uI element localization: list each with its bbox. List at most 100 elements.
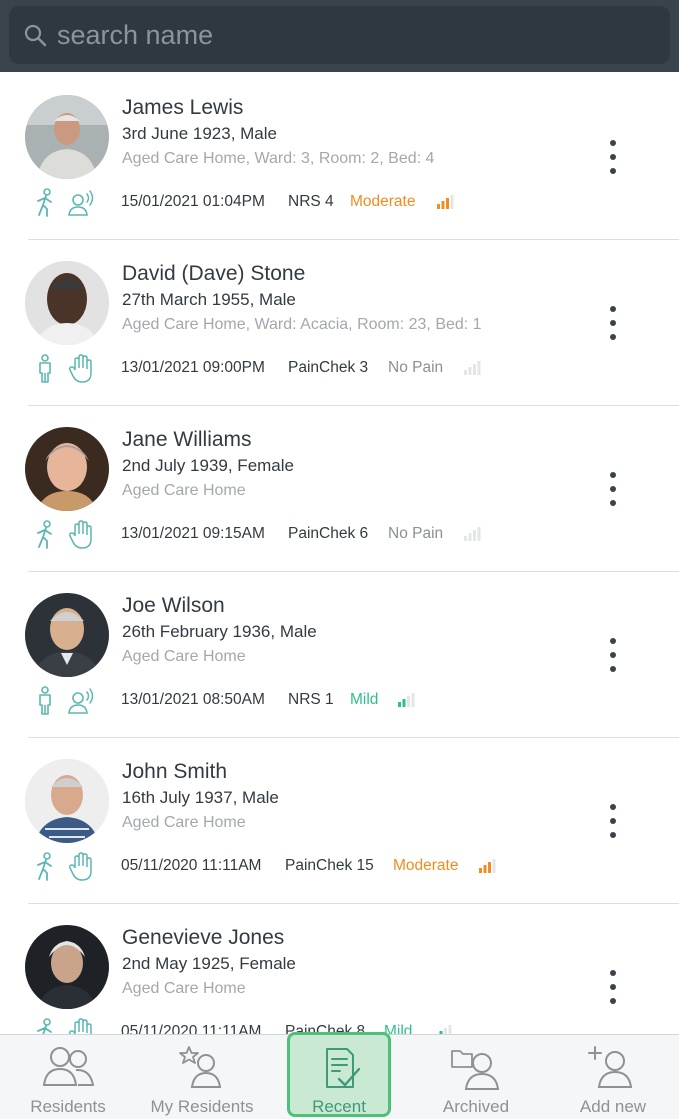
more-options-icon[interactable]: [602, 804, 624, 838]
pain-level: Mild: [384, 1023, 413, 1034]
assessment-score: PainChek 3: [288, 359, 369, 376]
pain-level: No Pain: [388, 525, 444, 542]
pain-level-bar: [464, 370, 467, 375]
resident-row[interactable]: David (Dave) Stone 27th March 1955, Male…: [0, 240, 679, 406]
assessment-score: NRS 4: [288, 193, 334, 210]
speaking-person-icon: [68, 190, 94, 216]
assessment-date: 15/01/2021 01:04PM: [121, 193, 265, 210]
resident-dob: 3rd June 1923, Male: [122, 124, 277, 143]
more-options-icon[interactable]: [602, 472, 624, 506]
pain-level-bar: [450, 195, 454, 209]
pain-level: Moderate: [350, 193, 416, 210]
pain-level-bars-icon: [439, 1025, 452, 1034]
resident-dob: 27th March 1955, Male: [122, 290, 296, 309]
walking-person-icon: [37, 188, 52, 217]
search-header: [0, 0, 679, 72]
assessment-date: 05/11/2020 11:11AM: [121, 1023, 262, 1034]
tab-add-new[interactable]: Add new: [545, 1035, 679, 1119]
tab-residents[interactable]: Residents: [0, 1035, 136, 1119]
search-bar[interactable]: [9, 6, 670, 64]
pain-level-bars-icon: [437, 195, 454, 209]
resident-row[interactable]: Genevieve Jones 2nd May 1925, Female Age…: [0, 904, 679, 1034]
pain-level-bar: [477, 361, 481, 375]
pain-level-bars-icon: [479, 859, 496, 873]
avatar: [25, 759, 109, 843]
pain-level-bar: [398, 702, 401, 707]
resident-dob: 16th July 1937, Male: [122, 788, 279, 807]
tab-recent[interactable]: Recent: [271, 1035, 407, 1119]
pain-level: Moderate: [393, 857, 459, 874]
bottom-tab-bar: Residents My Residents Recent Archived A…: [0, 1032, 679, 1119]
pain-level-bar: [464, 536, 467, 541]
speaking-person-icon: [68, 688, 94, 714]
resident-location: Aged Care Home: [122, 814, 246, 831]
resident-name: James Lewis: [122, 96, 244, 119]
resident-list: James Lewis 3rd June 1923, Male Aged Car…: [0, 74, 679, 1034]
my-residents-icon: [179, 1046, 222, 1088]
pain-level-bar: [448, 1025, 452, 1034]
pain-level-bars-icon: [464, 361, 481, 375]
search-input[interactable]: [57, 19, 637, 51]
residents-icon: [42, 1047, 95, 1086]
assessment-score: PainChek 6: [288, 525, 369, 542]
pain-level-bar: [473, 364, 476, 375]
more-options-icon[interactable]: [602, 140, 624, 174]
resident-name: Jane Williams: [122, 428, 252, 451]
tab-my-residents[interactable]: My Residents: [134, 1035, 270, 1119]
pain-level-bar: [492, 859, 496, 873]
more-options-icon[interactable]: [602, 306, 624, 340]
hand-icon: [69, 1018, 92, 1034]
resident-dob: 2nd May 1925, Female: [122, 954, 296, 973]
pain-level-bar: [407, 696, 410, 707]
assessment-date: 05/11/2020 11:11AM: [121, 857, 262, 874]
standing-person-icon: [39, 354, 51, 383]
pain-level-bars-icon: [398, 693, 415, 707]
avatar: [25, 593, 109, 677]
tab-archived[interactable]: Archived: [408, 1035, 544, 1119]
resident-name: John Smith: [122, 760, 228, 783]
resident-location: Aged Care Home: [122, 482, 246, 499]
recent-icon: [326, 1048, 361, 1088]
pain-level-bar: [468, 533, 472, 541]
walking-person-icon: [37, 520, 52, 549]
more-options-icon[interactable]: [602, 638, 624, 672]
resident-location: Aged Care Home: [122, 980, 246, 997]
pain-level-bar: [402, 699, 406, 707]
avatar: [25, 427, 109, 511]
resident-location: Aged Care Home: [122, 648, 246, 665]
pain-level-bar: [483, 865, 487, 873]
resident-location: Aged Care Home, Ward: Acacia, Room: 23, …: [122, 316, 482, 333]
tab-label: My Residents: [150, 1097, 254, 1116]
avatar: [25, 925, 109, 1009]
resident-row[interactable]: Joe Wilson 26th February 1936, Male Aged…: [0, 572, 679, 738]
resident-row[interactable]: John Smith 16th July 1937, Male Aged Car…: [0, 738, 679, 904]
resident-location: Aged Care Home, Ward: 3, Room: 2, Bed: 4: [122, 150, 435, 167]
walking-person-icon: [37, 852, 52, 881]
walking-person-icon: [37, 1018, 52, 1034]
pain-level-bar: [446, 198, 449, 209]
hand-icon: [69, 354, 92, 383]
archived-icon: [451, 1050, 500, 1090]
resident-row[interactable]: Jane Williams 2nd July 1939, Female Aged…: [0, 406, 679, 572]
resident-dob: 2nd July 1939, Female: [122, 456, 294, 475]
assessment-score: NRS 1: [288, 691, 334, 708]
avatar: [25, 261, 109, 345]
pain-level-bar: [411, 693, 415, 707]
hand-icon: [69, 520, 92, 549]
tab-label: Add new: [579, 1097, 647, 1116]
hand-icon: [69, 852, 92, 881]
assessment-date: 13/01/2021 09:15AM: [121, 525, 265, 542]
avatar: [25, 95, 109, 179]
standing-person-icon: [39, 686, 51, 715]
search-icon: [24, 24, 47, 47]
pain-level-bars-icon: [464, 527, 481, 541]
pain-level-bar: [473, 530, 476, 541]
assessment-score: PainChek 15: [285, 857, 374, 874]
pain-level-bar: [441, 201, 445, 209]
tab-label: Archived: [442, 1097, 510, 1116]
pain-level-bar: [437, 204, 440, 209]
more-options-icon[interactable]: [602, 970, 624, 1004]
resident-dob: 26th February 1936, Male: [122, 622, 317, 641]
resident-row[interactable]: James Lewis 3rd June 1923, Male Aged Car…: [0, 74, 679, 240]
add-new-icon: [588, 1046, 633, 1088]
